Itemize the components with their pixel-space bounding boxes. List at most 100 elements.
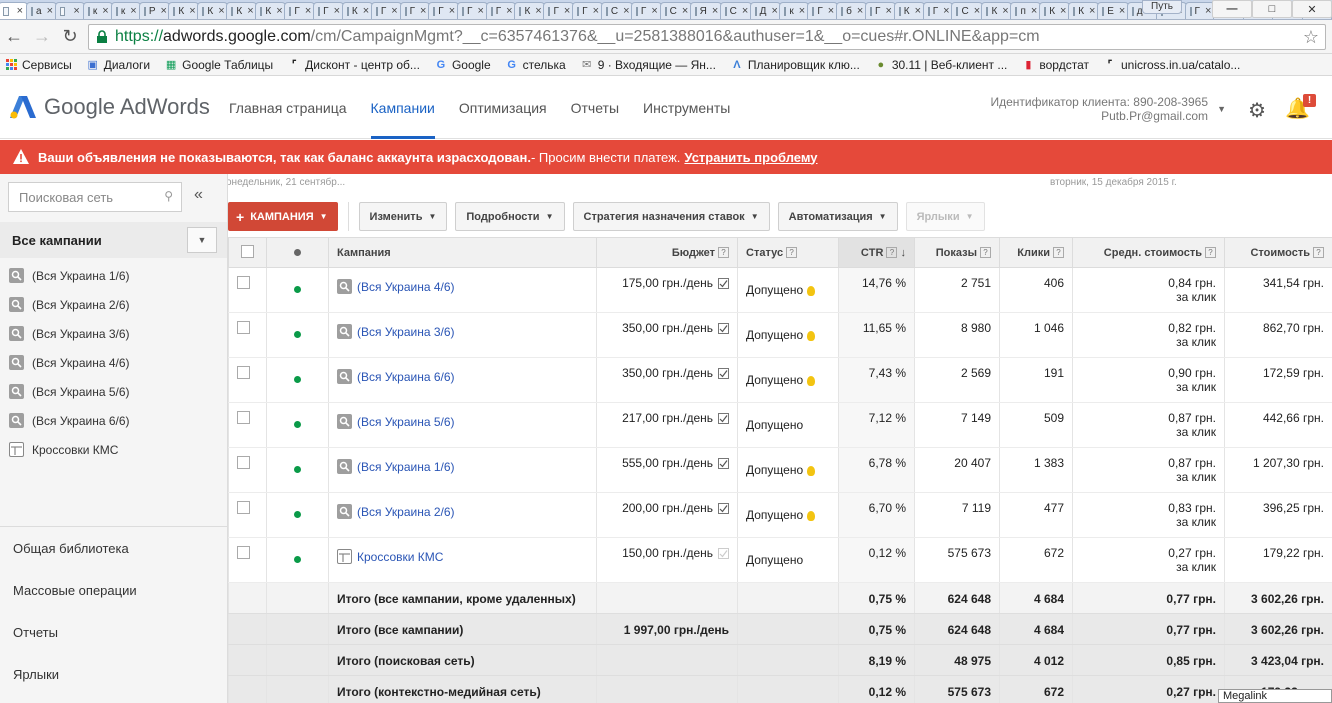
tab-close-icon[interactable]: × xyxy=(130,5,136,17)
tab-close-icon[interactable]: × xyxy=(247,5,253,17)
browser-tab[interactable]: Д× xyxy=(749,2,782,19)
tab-close-icon[interactable]: × xyxy=(73,5,79,17)
tab-close-icon[interactable]: × xyxy=(1002,5,1008,17)
browser-tab[interactable]: к × xyxy=(779,2,810,19)
edit-budget-icon[interactable] xyxy=(718,413,729,425)
close-window-button[interactable]: ✕ xyxy=(1292,0,1332,18)
browser-tab[interactable]: Я × xyxy=(689,2,722,19)
tab-close-icon[interactable]: × xyxy=(1119,5,1125,17)
maximize-button[interactable]: □ xyxy=(1252,0,1292,18)
select-all-checkbox[interactable] xyxy=(241,244,254,258)
sidebar-campaign-item[interactable]: (Вся Украина 1/6) xyxy=(0,261,227,290)
enabled-dot-icon[interactable] xyxy=(294,331,301,338)
bookmark-item[interactable]: Сервисы xyxy=(4,58,72,72)
edit-budget-icon[interactable] xyxy=(718,368,729,380)
nav-tab[interactable]: Кампании xyxy=(370,76,435,139)
help-icon[interactable]: ? xyxy=(980,247,991,259)
tab-close-icon[interactable]: × xyxy=(305,5,311,17)
bookmark-item[interactable]: ▣ Диалоги xyxy=(86,58,151,72)
edit-budget-icon[interactable] xyxy=(718,548,729,560)
col-avg-cpc[interactable]: Средн. стоимость? xyxy=(1072,237,1225,268)
fix-problem-link[interactable]: Устранить проблему xyxy=(684,150,817,165)
col-status[interactable]: Статус? xyxy=(737,237,839,268)
enabled-dot-icon[interactable] xyxy=(294,286,301,293)
browser-tab[interactable]: б × xyxy=(836,2,868,19)
tab-close-icon[interactable]: × xyxy=(449,5,455,17)
col-budget[interactable]: Бюджет? xyxy=(596,237,738,268)
browser-tab[interactable]: Г× xyxy=(457,2,488,19)
tab-close-icon[interactable]: × xyxy=(391,5,397,17)
automation-button[interactable]: Автоматизация ▼ xyxy=(777,202,898,231)
browser-tab[interactable]: С× xyxy=(659,2,692,19)
bookmark-item[interactable]: ⌜ unicross.in.ua/catalo... xyxy=(1103,58,1240,72)
tab-close-icon[interactable]: × xyxy=(943,5,949,17)
nav-tab[interactable]: Оптимизация xyxy=(459,76,547,139)
sidebar-campaign-item[interactable]: (Вся Украина 3/6) xyxy=(0,319,227,348)
tab-close-icon[interactable]: × xyxy=(276,5,282,17)
address-bar[interactable]: https://adwords.google.com/cm/CampaignMg… xyxy=(88,24,1326,50)
browser-tab[interactable]: к × xyxy=(82,2,113,19)
tab-close-icon[interactable]: × xyxy=(623,5,629,17)
tab-close-icon[interactable]: × xyxy=(477,5,483,17)
account-caret-icon[interactable]: ▼ xyxy=(1217,104,1226,114)
browser-tab[interactable]: К × xyxy=(1039,2,1071,19)
sidebar-campaign-item[interactable]: (Вся Украина 2/6) xyxy=(0,290,227,319)
tab-close-icon[interactable]: × xyxy=(47,5,53,17)
browser-tab[interactable]: К × xyxy=(893,2,925,19)
tab-close-icon[interactable]: × xyxy=(857,5,863,17)
tab-close-icon[interactable]: × xyxy=(771,5,777,17)
tab-close-icon[interactable]: × xyxy=(885,5,891,17)
col-clicks[interactable]: Клики? xyxy=(999,237,1073,268)
tab-close-icon[interactable]: × xyxy=(102,5,108,17)
help-icon[interactable]: ? xyxy=(1205,247,1216,259)
chevron-down-icon[interactable]: ▼ xyxy=(187,227,217,253)
enabled-dot-icon[interactable] xyxy=(294,421,301,428)
tab-close-icon[interactable]: × xyxy=(218,5,224,17)
bookmark-item[interactable]: Gстелька xyxy=(505,58,565,72)
campaign-link[interactable]: (Вся Украина 4/6) xyxy=(337,279,455,294)
sidebar-campaign-item[interactable]: (Вся Украина 6/6) xyxy=(0,406,227,435)
minimize-button[interactable]: — xyxy=(1212,0,1252,18)
col-campaign[interactable]: Кампания xyxy=(328,237,597,268)
browser-tab[interactable]: Р × xyxy=(138,2,171,19)
sidebar-link[interactable]: Ярлыки xyxy=(0,653,227,695)
tab-close-icon[interactable]: × xyxy=(535,5,541,17)
tab-close-icon[interactable]: × xyxy=(1089,5,1095,17)
browser-tab[interactable]: Г× xyxy=(922,2,954,19)
browser-tab[interactable]: Г× xyxy=(807,2,839,19)
all-campaigns-item[interactable]: Все кампании ▼ xyxy=(0,222,227,258)
browser-tab[interactable]: К × xyxy=(981,2,1013,19)
col-ctr[interactable]: CTR? ↓ xyxy=(838,237,915,268)
enabled-dot-icon[interactable] xyxy=(294,466,301,473)
reload-button[interactable]: ↻ xyxy=(56,23,84,51)
nav-tab[interactable]: Главная страница xyxy=(229,76,347,139)
bookmark-item[interactable]: ✉ 9 · Входящие — Ян... xyxy=(580,58,716,72)
campaign-link[interactable]: Кроссовки КМС xyxy=(337,549,443,564)
bookmark-item[interactable]: ⌜ Дисконт - центр об... xyxy=(287,58,420,72)
edit-budget-icon[interactable] xyxy=(718,503,729,515)
browser-tab[interactable]: Г× xyxy=(399,2,431,19)
campaign-link[interactable]: (Вся Украина 2/6) xyxy=(337,504,455,519)
enabled-dot-icon[interactable] xyxy=(294,511,301,518)
browser-tab[interactable]: С× xyxy=(719,2,752,19)
help-icon[interactable]: ? xyxy=(718,247,729,259)
nav-tab[interactable]: Отчеты xyxy=(571,76,619,139)
gear-icon[interactable]: ⚙ xyxy=(1248,98,1266,123)
labels-button[interactable]: Ярлыки ▼ xyxy=(905,202,985,231)
browser-tab[interactable]: К × xyxy=(514,2,546,19)
lightbulb-icon[interactable] xyxy=(807,285,816,296)
details-button[interactable]: Подробности ▼ xyxy=(455,202,565,231)
tab-close-icon[interactable]: × xyxy=(1031,5,1037,17)
row-checkbox[interactable] xyxy=(237,321,250,334)
tab-close-icon[interactable]: × xyxy=(828,5,834,17)
browser-tab[interactable]: к × xyxy=(110,2,141,19)
tab-close-icon[interactable]: × xyxy=(363,5,369,17)
tab-close-icon[interactable]: × xyxy=(742,5,748,17)
browser-tab[interactable]: К × xyxy=(197,2,229,19)
tab-close-icon[interactable]: × xyxy=(651,5,657,17)
browser-tab[interactable]: Г× xyxy=(284,2,316,19)
help-icon[interactable]: ? xyxy=(1313,247,1324,259)
row-checkbox[interactable] xyxy=(237,411,250,424)
help-icon[interactable]: ? xyxy=(786,247,798,259)
row-checkbox[interactable] xyxy=(237,456,250,469)
